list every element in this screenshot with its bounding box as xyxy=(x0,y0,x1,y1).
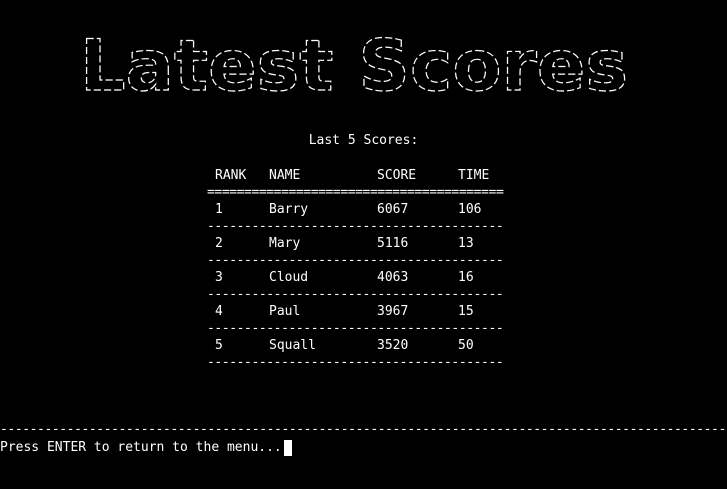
prompt-text: Press ENTER to return to the menu... xyxy=(0,440,282,455)
rank-cell: 4 xyxy=(215,304,223,319)
terminal-window: Latest Scores Last 5 Scores: RANK NAME S… xyxy=(0,0,727,489)
time-cell: 16 xyxy=(458,270,474,285)
header-name: NAME xyxy=(269,168,301,183)
time-cell: 13 xyxy=(458,236,474,251)
rank-cell: 2 xyxy=(215,236,223,251)
rank-cell: 5 xyxy=(215,338,223,353)
score-cell: 5116 xyxy=(377,236,409,251)
time-cell: 50 xyxy=(458,338,474,353)
header-time: TIME xyxy=(458,168,490,183)
name-cell: Squall xyxy=(269,338,316,353)
score-cell: 3520 xyxy=(377,338,409,353)
header-rank: RANK xyxy=(215,168,247,183)
table-row: 3 Cloud 4063 16 xyxy=(207,269,507,286)
score-cell: 6067 xyxy=(377,202,409,217)
rank-cell: 3 xyxy=(215,270,223,285)
table-row: 4 Paul 3967 15 xyxy=(207,303,507,320)
ascii-art-title: Latest Scores xyxy=(80,24,629,100)
subtitle: Last 5 Scores: xyxy=(308,133,419,148)
header-score: SCORE xyxy=(377,168,417,183)
text-cursor xyxy=(283,439,292,456)
table-row: 1 Barry 6067 106 xyxy=(207,201,507,218)
command-prompt[interactable]: Press ENTER to return to the menu... xyxy=(0,439,292,456)
rank-cell: 1 xyxy=(215,202,223,217)
score-cell: 4063 xyxy=(377,270,409,285)
name-cell: Barry xyxy=(269,202,309,217)
table-header-row: RANK NAME SCORE TIME xyxy=(207,167,507,184)
name-cell: Paul xyxy=(269,304,301,319)
name-cell: Mary xyxy=(269,236,301,251)
time-cell: 106 xyxy=(458,202,482,217)
ascii-art-title-text: Latest Scores xyxy=(80,25,628,100)
name-cell: Cloud xyxy=(269,270,309,285)
scores-table: RANK NAME SCORE TIME ===================… xyxy=(207,167,507,371)
table-row: 5 Squall 3520 50 xyxy=(207,337,507,354)
table-row: 2 Mary 5116 13 xyxy=(207,235,507,252)
time-cell: 15 xyxy=(458,304,474,319)
footer-divider: ----------------------------------------… xyxy=(0,422,727,437)
score-cell: 3967 xyxy=(377,304,409,319)
